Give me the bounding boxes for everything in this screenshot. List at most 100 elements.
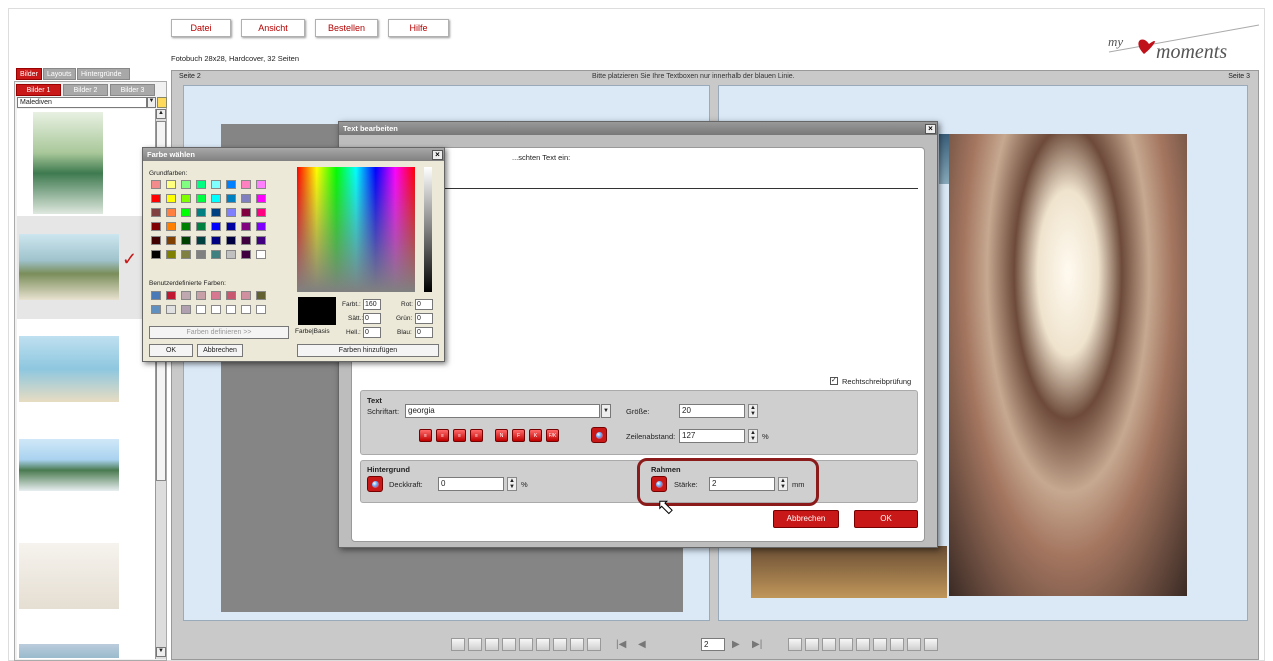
text-input-area[interactable]	[362, 188, 918, 374]
text-color-button[interactable]	[591, 427, 607, 443]
color-swatch[interactable]	[211, 222, 221, 231]
color-swatch[interactable]	[196, 236, 206, 245]
ok-button[interactable]: OK	[854, 510, 918, 528]
cancel-button[interactable]: Abbrechen	[773, 510, 839, 528]
color-swatch[interactable]	[166, 222, 176, 231]
color-swatch[interactable]	[211, 208, 221, 217]
color-swatch[interactable]	[241, 236, 251, 245]
last-page-icon[interactable]: ▶|	[752, 639, 762, 650]
color-swatch[interactable]	[226, 180, 236, 189]
luminance-slider[interactable]	[424, 167, 432, 292]
menu-bestellen-button[interactable]: Bestellen	[315, 19, 378, 37]
menu-ansicht-button[interactable]: Ansicht	[241, 19, 305, 37]
photo-ice-cream[interactable]	[949, 134, 1187, 596]
next-page-icon[interactable]: ▶	[732, 639, 740, 650]
define-custom-colors-button[interactable]: Farben definieren >>	[149, 326, 289, 339]
opacity-input[interactable]: 0	[438, 477, 504, 491]
color-swatch[interactable]	[226, 222, 236, 231]
text-tool-icon[interactable]	[451, 638, 465, 651]
color-swatch[interactable]	[196, 180, 206, 189]
first-page-icon[interactable]: |◀	[616, 639, 626, 650]
color-swatch[interactable]	[241, 222, 251, 231]
front-tool-icon[interactable]	[553, 638, 567, 651]
line-spacing-input[interactable]: 127	[679, 429, 745, 443]
line-spacing-spinner-icon[interactable]: ▲ ▼	[748, 429, 758, 443]
align-justify-button[interactable]: ≡	[470, 429, 483, 442]
image-tool-icon[interactable]	[468, 638, 482, 651]
color-cancel-button[interactable]: Abbrechen	[197, 344, 243, 357]
sat-input[interactable]: 0	[363, 313, 381, 324]
color-swatch[interactable]	[196, 305, 206, 314]
color-swatch[interactable]	[241, 250, 251, 259]
color-swatch[interactable]	[151, 208, 161, 217]
color-swatch[interactable]	[181, 180, 191, 189]
thumbnail-shell[interactable]	[19, 543, 119, 609]
photo-starfish[interactable]	[751, 546, 947, 598]
color-swatch[interactable]	[151, 250, 161, 259]
layout-9-icon[interactable]	[924, 638, 938, 651]
color-swatch[interactable]	[256, 291, 266, 300]
layout-2-icon[interactable]	[805, 638, 819, 651]
color-swatch[interactable]	[256, 208, 266, 217]
color-swatch[interactable]	[151, 305, 161, 314]
delete-tool-icon[interactable]	[536, 638, 550, 651]
prev-page-icon[interactable]: ◀	[638, 639, 646, 650]
back-tool-icon[interactable]	[570, 638, 584, 651]
color-swatch[interactable]	[211, 236, 221, 245]
strength-input[interactable]: 2	[709, 477, 775, 491]
text-dialog-close-icon[interactable]: ×	[925, 124, 936, 134]
color-swatch[interactable]	[151, 291, 161, 300]
bold-italic-button[interactable]: F/K	[546, 429, 559, 442]
layout-7-icon[interactable]	[890, 638, 904, 651]
tab-bilder-2[interactable]: Bilder 2	[63, 84, 108, 96]
blue-input[interactable]: 0	[415, 327, 433, 338]
color-swatch[interactable]	[256, 180, 266, 189]
fill-tool-icon[interactable]	[519, 638, 533, 651]
color-dialog-close-icon[interactable]: ×	[432, 150, 443, 160]
color-swatch[interactable]	[166, 236, 176, 245]
color-swatch[interactable]	[166, 250, 176, 259]
menu-datei-button[interactable]: Datei	[171, 19, 231, 37]
hue-input[interactable]: 160	[363, 299, 381, 310]
color-swatch[interactable]	[166, 208, 176, 217]
color-ok-button[interactable]: OK	[149, 344, 193, 357]
album-select[interactable]: Malediven	[17, 97, 147, 108]
italic-button[interactable]: K	[529, 429, 542, 442]
color-swatch[interactable]	[181, 194, 191, 203]
color-swatch[interactable]	[241, 194, 251, 203]
layout-3-icon[interactable]	[822, 638, 836, 651]
color-swatch[interactable]	[211, 194, 221, 203]
green-input[interactable]: 0	[415, 313, 433, 324]
color-swatch[interactable]	[226, 194, 236, 203]
color-swatch[interactable]	[241, 208, 251, 217]
color-swatch[interactable]	[166, 291, 176, 300]
brush-tool-icon[interactable]	[502, 638, 516, 651]
layout-5-icon[interactable]	[856, 638, 870, 651]
strength-spinner-icon[interactable]: ▲ ▼	[778, 477, 788, 491]
color-swatch[interactable]	[211, 180, 221, 189]
color-swatch[interactable]	[151, 222, 161, 231]
tab-bilder[interactable]: Bilder	[16, 68, 42, 80]
clipart-tool-icon[interactable]	[485, 638, 499, 651]
frame-color-button[interactable]	[651, 476, 667, 492]
size-input[interactable]: 20	[679, 404, 745, 418]
color-swatch[interactable]	[151, 180, 161, 189]
color-spectrum[interactable]	[297, 167, 415, 292]
font-dropdown-icon[interactable]: ▼	[601, 404, 611, 418]
thumbnail-partial[interactable]	[19, 644, 119, 658]
color-swatch[interactable]	[166, 180, 176, 189]
color-swatch[interactable]	[166, 305, 176, 314]
album-dropdown-arrow[interactable]: ▼	[147, 97, 156, 108]
align-left-button[interactable]: ≡	[419, 429, 432, 442]
color-swatch[interactable]	[256, 250, 266, 259]
thumbnail-island[interactable]	[19, 439, 119, 491]
color-swatch[interactable]	[226, 250, 236, 259]
size-spinner-icon[interactable]: ▲ ▼	[748, 404, 758, 418]
color-swatch[interactable]	[226, 208, 236, 217]
color-swatch[interactable]	[166, 194, 176, 203]
color-swatch[interactable]	[226, 291, 236, 300]
red-input[interactable]: 0	[415, 299, 433, 310]
color-swatch[interactable]	[181, 305, 191, 314]
color-swatch[interactable]	[181, 291, 191, 300]
add-colors-button[interactable]: Farben hinzufügen	[297, 344, 439, 357]
